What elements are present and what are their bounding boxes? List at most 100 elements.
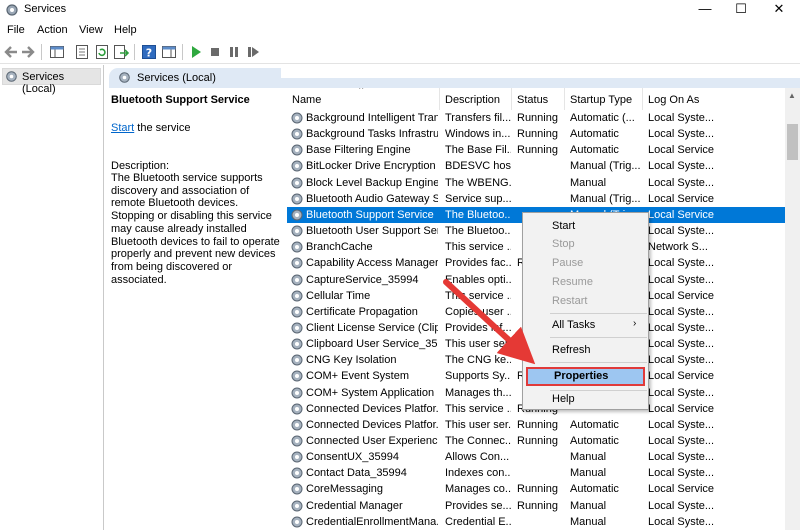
table-row[interactable]: Credential Manager Provides se... Running M… xyxy=(287,498,785,514)
start-suffix: the service xyxy=(134,122,191,134)
menu-item-properties[interactable]: Properties xyxy=(526,367,645,386)
toolbar-separator xyxy=(182,44,183,60)
menu-action[interactable]: Action xyxy=(37,24,68,36)
selected-service-name: Bluetooth Support Service xyxy=(111,94,250,106)
menu-view[interactable]: View xyxy=(79,24,103,36)
service-name: Bluetooth Support Service xyxy=(306,208,434,221)
service-startup-type: Automatic (... xyxy=(570,112,635,124)
close-button[interactable]: ✕ xyxy=(760,0,798,20)
start-service-icon[interactable] xyxy=(188,44,204,60)
service-description: This user ser... xyxy=(445,338,511,351)
tree-item-services-local[interactable]: Services (Local) xyxy=(2,68,101,95)
service-description: Indexes con... xyxy=(445,467,511,480)
svg-text:?: ? xyxy=(146,47,152,60)
service-name: Background Tasks Infrastruc... xyxy=(306,128,438,141)
service-log-on-as: Local Service xyxy=(648,370,715,383)
service-description: Manages th... xyxy=(445,386,511,399)
service-gear-icon xyxy=(291,306,303,318)
service-startup-type: Manual xyxy=(570,499,607,512)
column-header-status[interactable]: Status xyxy=(512,88,565,110)
service-gear-icon xyxy=(291,451,303,463)
service-gear-icon xyxy=(291,274,303,285)
stop-service-icon[interactable] xyxy=(207,44,223,60)
back-icon[interactable] xyxy=(3,44,19,60)
service-startup-type: Manual xyxy=(570,467,607,480)
minimize-button[interactable]: — xyxy=(686,0,724,20)
menu-item-help[interactable]: Help xyxy=(552,393,575,405)
service-name: CoreMessaging xyxy=(306,483,384,496)
column-header-description[interactable]: Description xyxy=(440,88,512,110)
table-row[interactable]: CredentialEnrollmentMana... Credential E.… xyxy=(287,514,785,530)
properties-icon[interactable] xyxy=(74,44,90,60)
menu-item-all-tasks[interactable]: All Tasks xyxy=(552,319,595,331)
table-row[interactable]: BitLocker Drive Encryption ... BDESVC hos… xyxy=(287,158,785,174)
menu-separator xyxy=(550,313,647,314)
table-row[interactable]: Contact Data_35994 Indexes con... Manual Lo… xyxy=(287,465,785,481)
menu-item-start[interactable]: Start xyxy=(552,220,575,232)
column-header-name[interactable]: Name ^ xyxy=(287,88,440,110)
service-description: The Base Fil... xyxy=(445,144,511,157)
menu-item-refresh[interactable]: Refresh xyxy=(552,344,591,356)
service-name: CaptureService_35994 xyxy=(306,273,419,286)
vertical-scrollbar[interactable]: ▲ xyxy=(785,88,800,530)
column-header-startup-type[interactable]: Startup Type xyxy=(565,88,643,110)
table-row[interactable]: Base Filtering Engine The Base Fil... Runn… xyxy=(287,142,785,158)
service-name: Bluetooth Audio Gateway S... xyxy=(306,192,438,205)
service-name: Capability Access Manager ... xyxy=(306,257,438,270)
console-tree-icon[interactable] xyxy=(49,44,65,60)
service-gear-icon xyxy=(291,322,303,334)
service-status: Running xyxy=(517,128,558,141)
show-hide-icon[interactable] xyxy=(161,44,177,60)
service-description: This service ... xyxy=(445,289,511,302)
service-description: Manages co... xyxy=(445,483,511,496)
service-log-on-as: Local Syste... xyxy=(648,418,715,431)
service-gear-icon xyxy=(291,128,303,140)
service-name: Cellular Time xyxy=(306,289,371,302)
pause-service-icon[interactable] xyxy=(226,44,242,60)
start-service-link[interactable]: Start xyxy=(111,122,134,134)
menu-separator xyxy=(550,390,647,391)
restart-service-icon[interactable] xyxy=(245,44,261,60)
menu-file[interactable]: File xyxy=(7,24,25,36)
service-description: Windows in... xyxy=(445,128,511,141)
service-status: Running xyxy=(517,144,558,157)
service-description: Transfers fil... xyxy=(445,112,511,124)
refresh-icon[interactable] xyxy=(94,44,110,60)
table-row[interactable]: Background Tasks Infrastruc... Windows in… xyxy=(287,126,785,142)
table-row[interactable]: CoreMessaging Manages co... Running Automat… xyxy=(287,481,785,497)
menu-help[interactable]: Help xyxy=(114,24,137,36)
table-row[interactable]: Connected Devices Platfor... This user se… xyxy=(287,417,785,433)
service-description: Supports Sy... xyxy=(445,370,511,383)
help-icon[interactable]: ? xyxy=(141,44,157,60)
service-description: The CNG ke... xyxy=(445,354,511,367)
service-startup-type: Automatic xyxy=(570,128,619,141)
maximize-button[interactable]: ☐ xyxy=(722,0,760,20)
window-title: Services xyxy=(24,3,67,15)
service-log-on-as: Local Syste... xyxy=(648,467,715,480)
service-description: Copies user ... xyxy=(445,305,511,318)
scroll-up-icon[interactable]: ▲ xyxy=(788,91,796,100)
forward-icon[interactable] xyxy=(20,44,36,60)
table-row[interactable]: Connected User Experience... The Connec..… xyxy=(287,433,785,449)
service-startup-type: Manual (Trig... xyxy=(570,160,641,173)
start-line: Start the service xyxy=(111,122,190,134)
export-icon[interactable] xyxy=(113,44,129,60)
service-name: Connected Devices Platfor... xyxy=(306,402,438,415)
service-description: Provides se... xyxy=(445,499,511,512)
service-log-on-as: Local Syste... xyxy=(648,176,715,189)
sort-ascending-icon: ^ xyxy=(359,88,364,94)
scrollbar-thumb[interactable] xyxy=(787,124,798,160)
table-row[interactable]: ConsentUX_35994 Allows Con... Manual Local … xyxy=(287,449,785,465)
header-band xyxy=(281,78,800,88)
service-log-on-as: Local Syste... xyxy=(648,321,715,334)
table-row[interactable]: Bluetooth Audio Gateway S... Service sup.… xyxy=(287,191,785,207)
service-log-on-as: Local Service xyxy=(648,144,715,157)
column-header-log-on-as[interactable]: Log On As xyxy=(643,88,785,110)
service-startup-type: Automatic xyxy=(570,435,619,447)
table-row[interactable]: Background Intelligent Tran... Transfers … xyxy=(287,110,785,126)
table-row[interactable]: Block Level Backup Engine ... The WBENG..… xyxy=(287,175,785,191)
service-log-on-as: Local Service xyxy=(648,402,715,415)
service-log-on-as: Local Syste... xyxy=(648,112,715,124)
service-gear-icon xyxy=(291,338,303,350)
service-description: The Bluetoo... xyxy=(445,208,511,221)
